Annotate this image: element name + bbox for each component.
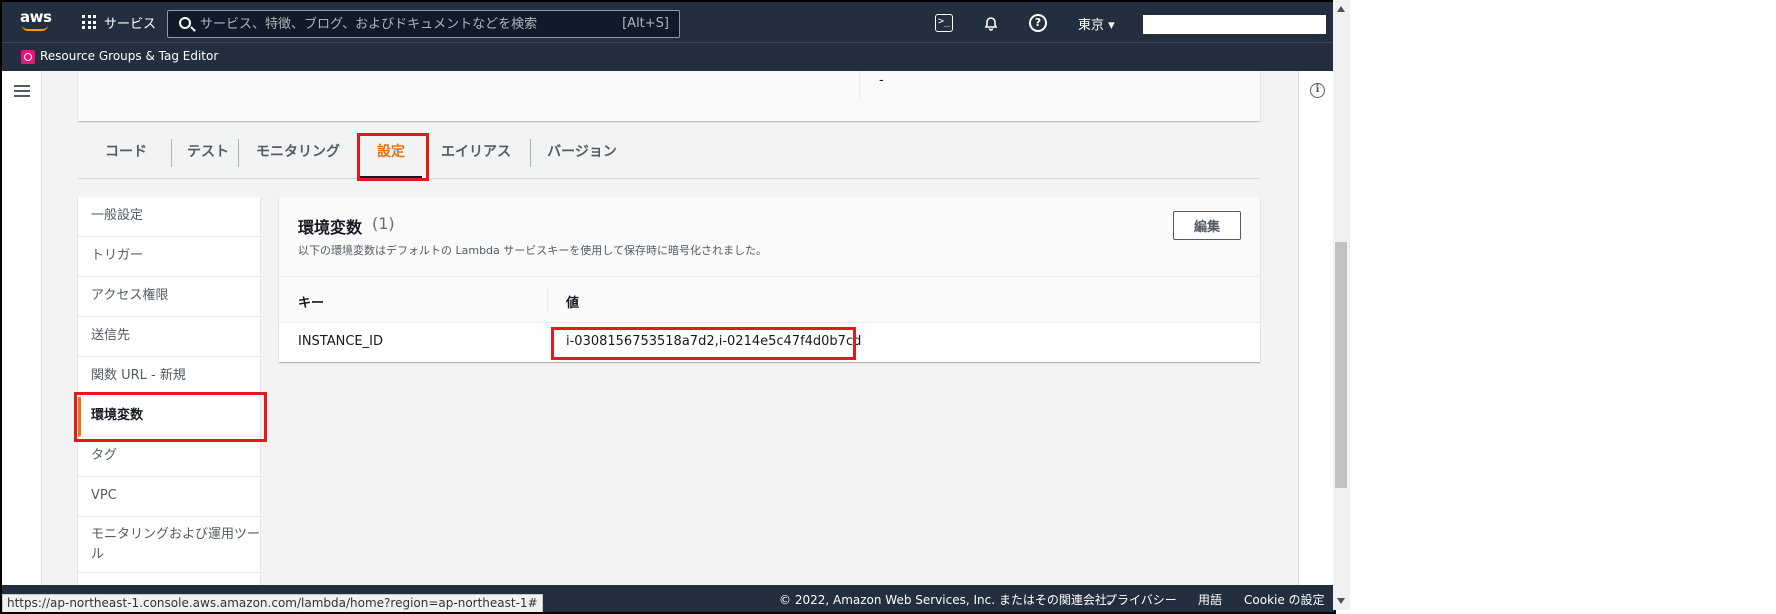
highlight-box-side-item: [74, 392, 267, 442]
function-overview-card: -: [78, 71, 1260, 121]
account-menu[interactable]: [1143, 15, 1326, 34]
browser-status-url: https://ap-northeast-1.console.aws.amazo…: [2, 594, 543, 612]
configuration-side-menu: 一般設定 トリガー アクセス権限 送信先 関数 URL - 新規 環境変数 タグ…: [78, 197, 260, 585]
card-divider: [859, 71, 860, 101]
side-item-monitoring-tools[interactable]: モニタリングおよび運用ツール: [78, 517, 260, 573]
global-nav: aws サービス [Alt+S] >_ ? 東京 ▾: [2, 2, 1334, 42]
panel-description: 以下の環境変数はデフォルトの Lambda サービスキーを使用して保存時に暗号化…: [298, 244, 767, 257]
services-label: サービス: [104, 16, 157, 32]
highlight-box-value: [551, 327, 856, 360]
search-input[interactable]: [200, 16, 600, 31]
tab-monitoring[interactable]: モニタリング: [242, 137, 354, 167]
resource-groups-icon: [21, 50, 35, 64]
hamburger-menu-icon[interactable]: [14, 85, 30, 97]
side-item-destinations[interactable]: 送信先: [78, 317, 260, 357]
scroll-up-arrow-icon[interactable]: [1337, 6, 1345, 12]
services-menu-button[interactable]: サービス: [82, 12, 156, 32]
side-navigation-strip: [2, 71, 42, 585]
info-icon[interactable]: i: [1310, 83, 1325, 98]
column-header-value: 値: [566, 296, 580, 311]
side-item-function-url[interactable]: 関数 URL - 新規: [78, 357, 260, 397]
region-selector[interactable]: 東京 ▾: [1078, 14, 1115, 33]
side-item-triggers[interactable]: トリガー: [78, 237, 260, 277]
column-header-key: キー: [298, 296, 325, 311]
aws-logo[interactable]: aws: [20, 8, 52, 34]
grid-icon: [82, 15, 96, 29]
scroll-down-arrow-icon[interactable]: [1337, 598, 1345, 604]
table-header: キー 値: [279, 277, 1260, 323]
column-separator: [547, 289, 548, 311]
terms-link[interactable]: 用語: [1198, 591, 1222, 608]
tab-separator: [530, 139, 531, 167]
side-item-vpc[interactable]: VPC: [78, 477, 260, 517]
service-favorites-bar: Resource Groups & Tag Editor: [2, 42, 1334, 71]
help-panel-strip: i: [1298, 71, 1334, 585]
overview-value: -: [879, 73, 884, 88]
tab-aliases[interactable]: エイリアス: [430, 137, 522, 167]
side-item-permissions[interactable]: アクセス権限: [78, 277, 260, 317]
page-scrollbar[interactable]: [1333, 0, 1350, 610]
privacy-link[interactable]: プライバシー: [1105, 591, 1177, 608]
variable-count: (1): [372, 214, 395, 233]
tab-code[interactable]: コード: [84, 137, 168, 167]
panel-header: 環境変数 (1) 以下の環境変数はデフォルトの Lambda サービスキーを使用…: [279, 197, 1260, 277]
browser-viewport: aws サービス [Alt+S] >_ ? 東京 ▾ Resource Grou…: [0, 0, 1336, 614]
tab-test[interactable]: テスト: [174, 137, 242, 167]
scrollbar-thumb[interactable]: [1335, 242, 1347, 488]
edit-button[interactable]: 編集: [1173, 211, 1241, 240]
highlight-box-tab: [357, 133, 429, 181]
search-box[interactable]: [Alt+S]: [167, 10, 680, 38]
cookie-settings-link[interactable]: Cookie の設定: [1244, 591, 1325, 608]
tab-separator: [238, 139, 239, 167]
resource-groups-link[interactable]: Resource Groups & Tag Editor: [40, 49, 218, 63]
env-key-cell: INSTANCE_ID: [298, 334, 383, 349]
help-icon[interactable]: ?: [1029, 14, 1047, 32]
cloudshell-icon[interactable]: >_: [935, 14, 953, 32]
side-item-general[interactable]: 一般設定: [78, 197, 260, 237]
bell-icon[interactable]: [982, 14, 1000, 32]
tab-separator: [171, 139, 172, 167]
panel-title: 環境変数: [298, 218, 363, 237]
side-item-tags[interactable]: タグ: [78, 437, 260, 477]
copyright-text: © 2022, Amazon Web Services, Inc. またはその関…: [779, 593, 1119, 607]
search-shortcut-hint: [Alt+S]: [622, 16, 669, 31]
function-tabs: コード テスト モニタリング 設定 エイリアス バージョン: [78, 129, 1260, 179]
search-icon: [179, 17, 191, 29]
tab-versions[interactable]: バージョン: [536, 137, 628, 167]
